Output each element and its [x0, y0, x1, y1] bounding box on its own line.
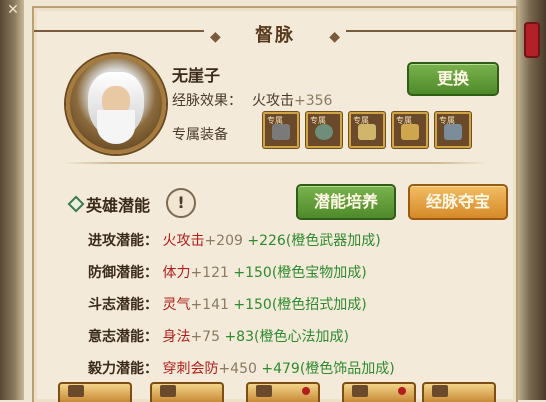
potential-row-will: 意志潜能： 身法+75 +83(橙色心法加成) — [88, 326, 349, 346]
bottom-tab[interactable] — [246, 382, 320, 402]
title-divider-left — [34, 30, 204, 32]
hero-name: 无崖子 — [172, 66, 221, 85]
potential-diamond-icon — [67, 195, 85, 213]
section-divider — [62, 162, 488, 164]
bottom-tab[interactable] — [342, 382, 416, 402]
hero-portrait[interactable] — [66, 54, 166, 154]
meridian-effect-label: 经脉效果： — [172, 93, 242, 109]
notification-dot-icon — [302, 387, 310, 395]
potential-row-base: +75 — [190, 329, 220, 345]
red-gem-icon — [524, 22, 540, 58]
meridian-panel: ◆ 督脉 ◆ 无崖子 经脉效果： 火攻击+356 专属装备 专属 专属 专属 专… — [32, 6, 518, 402]
potential-row-stat: 火攻击 — [162, 233, 205, 249]
meridian-effect-stat: 火攻击 — [252, 93, 294, 109]
page-title: 督脉 — [255, 25, 295, 46]
tab-mini-icon — [256, 385, 272, 397]
equipment-slot-bracer[interactable]: 专属 — [306, 112, 342, 148]
potential-row-bonus-desc: (橙色武器加成) — [285, 233, 381, 249]
tab-mini-icon — [160, 385, 176, 397]
potential-row-key: 防御潜能： — [88, 265, 158, 281]
potential-row-key: 毅力潜能： — [88, 361, 158, 377]
potential-row-bonus-desc: (橙色心法加成) — [254, 329, 349, 345]
portrait-beard — [97, 110, 135, 144]
bottom-tab[interactable] — [150, 382, 224, 402]
title-ornament-right-icon: ◆ — [329, 29, 340, 45]
potential-row-spirit: 斗志潜能： 灵气+141 +150(橙色招式加成) — [88, 294, 367, 314]
potential-row-bonus: +150 — [233, 265, 272, 281]
meridian-effect-amount: +356 — [294, 93, 333, 109]
tab-mini-icon — [432, 385, 448, 397]
bracer-icon — [315, 124, 333, 140]
equipment-slot-book[interactable]: 专属 — [392, 112, 428, 148]
tab-mini-icon — [352, 385, 368, 397]
potential-row-key: 进攻潜能： — [88, 233, 158, 249]
potential-row-bonus: +150 — [233, 297, 272, 313]
treasure-icon — [444, 124, 462, 140]
potential-row-bonus: +479 — [261, 361, 300, 377]
potential-row-key: 意志潜能： — [88, 329, 158, 345]
book-icon — [401, 124, 419, 140]
equipment-slot-scroll[interactable]: 专属 — [349, 112, 385, 148]
close-icon[interactable]: ✕ — [4, 2, 22, 18]
potential-row-bonus-desc: (橙色饰品加成) — [299, 361, 395, 377]
potential-row-bonus-desc: (橙色宝物加成) — [271, 265, 367, 281]
potential-row-attack: 进攻潜能： 火攻击+209 +226(橙色武器加成) — [88, 230, 381, 250]
armor-icon — [272, 124, 290, 140]
potential-row-stat: 灵气 — [162, 297, 191, 313]
potential-train-button[interactable]: 潜能培养 — [296, 184, 396, 220]
potential-row-base: +209 — [204, 233, 243, 249]
potential-row-defense: 防御潜能： 体力+121 +150(橙色宝物加成) — [88, 262, 367, 282]
potential-row-endurance: 毅力潜能： 穿刺会防+450 +479(橙色饰品加成) — [88, 358, 395, 378]
potential-row-stat: 穿刺会防 — [162, 361, 219, 377]
change-button[interactable]: 更换 — [407, 62, 499, 96]
equipment-slot-treasure[interactable]: 专属 — [435, 112, 471, 148]
notification-dot-icon — [398, 387, 406, 395]
equipment-slot-armor[interactable]: 专属 — [263, 112, 299, 148]
tab-mini-icon — [68, 385, 84, 397]
bottom-tab[interactable] — [58, 382, 132, 402]
potential-row-bonus-desc: (橙色招式加成) — [271, 297, 367, 313]
meridian-effect-value: 火攻击+356 — [252, 90, 332, 110]
potential-row-bonus: +226 — [247, 233, 286, 249]
meridian-treasure-button[interactable]: 经脉夺宝 — [408, 184, 508, 220]
right-frame — [516, 0, 546, 400]
potential-row-bonus: +83 — [224, 329, 254, 345]
title-banner: ◆ 督脉 ◆ — [204, 14, 346, 48]
potential-row-base: +121 — [190, 265, 229, 281]
potential-row-key: 斗志潜能： — [88, 297, 158, 313]
hero-potential-label: 英雄潜能 — [86, 196, 151, 215]
potential-row-base: +450 — [218, 361, 257, 377]
potential-row-stat: 身法 — [162, 329, 191, 345]
exclusive-equipment-label: 专属装备 — [172, 127, 228, 143]
info-icon[interactable]: ! — [166, 188, 196, 218]
left-frame: ✕ — [0, 0, 24, 400]
potential-row-stat: 体力 — [162, 265, 191, 281]
scroll-icon — [358, 124, 376, 140]
potential-row-base: +141 — [190, 297, 229, 313]
title-divider-right — [346, 30, 516, 32]
bottom-tab[interactable] — [422, 382, 496, 402]
bottom-tab-strip — [22, 382, 496, 402]
